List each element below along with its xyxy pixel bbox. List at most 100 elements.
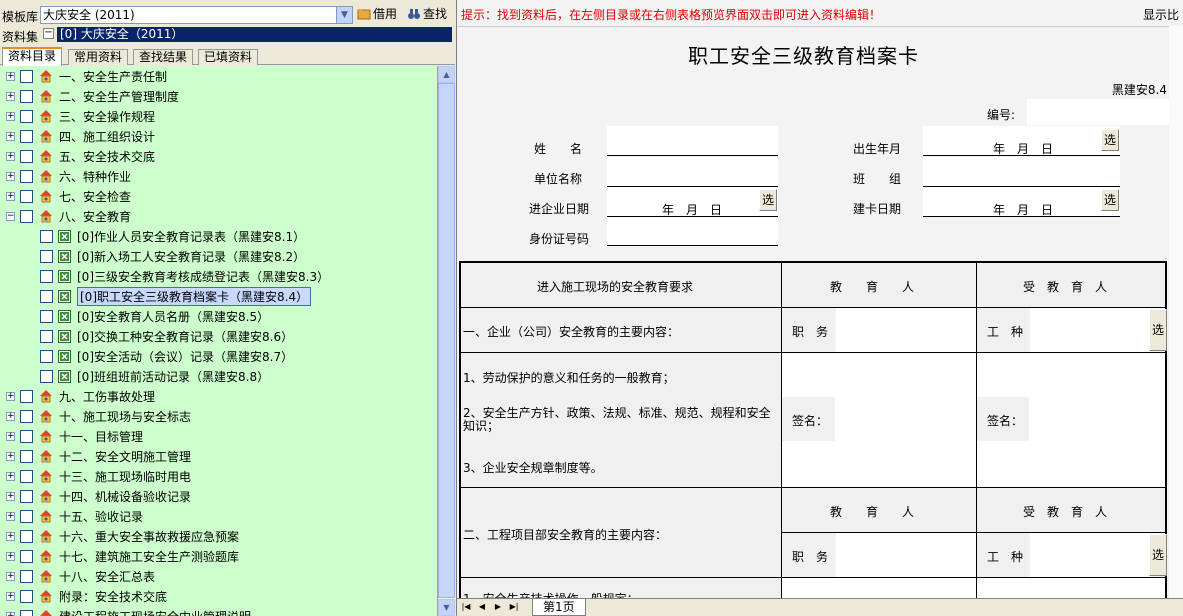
tree-folder-item[interactable]: + 一、安全生产责任制: [6, 66, 167, 86]
checkbox[interactable]: [20, 149, 33, 163]
unit-field[interactable]: [607, 157, 778, 187]
checkbox[interactable]: [40, 289, 53, 303]
checkbox[interactable]: [20, 469, 33, 483]
expand-icon[interactable]: +: [6, 391, 15, 401]
job-select-button-2[interactable]: 选: [1149, 534, 1167, 576]
team-field[interactable]: [923, 157, 1120, 187]
expand-icon[interactable]: +: [6, 591, 15, 601]
tree-folder-item[interactable]: − 八、安全教育: [6, 206, 131, 226]
job-select-button[interactable]: 选: [1149, 309, 1167, 351]
join-select-button[interactable]: 选: [759, 189, 777, 211]
tree-folder-item[interactable]: + 建设工程施工现场安全内业管理说明: [6, 606, 251, 616]
expand-icon[interactable]: +: [6, 411, 15, 421]
expand-icon[interactable]: +: [6, 131, 15, 141]
template-select[interactable]: 大庆安全 (2011) ▼: [40, 6, 353, 24]
tree-leaf-item[interactable]: [0]职工安全三级教育档案卡（黑建安8.4）: [40, 286, 312, 306]
duty-field[interactable]: [836, 308, 976, 352]
sheet-scrollbar[interactable]: [1169, 26, 1183, 598]
checkbox[interactable]: [40, 369, 53, 383]
tree-folder-item[interactable]: + 三、安全操作规程: [6, 106, 155, 126]
prev-sheet-icon[interactable]: ◀: [477, 601, 487, 613]
checkbox[interactable]: [40, 349, 53, 363]
tree-leaf-item[interactable]: [0]交换工种安全教育记录（黑建安8.6）: [40, 326, 293, 346]
checkbox[interactable]: [20, 129, 33, 143]
checkbox[interactable]: [20, 569, 33, 583]
tree-folder-item[interactable]: + 十三、施工现场临时用电: [6, 466, 191, 486]
tree-folder-item[interactable]: + 十六、重大安全事故救援应急预案: [6, 526, 239, 546]
tree-folder-item[interactable]: + 十四、机械设备验收记录: [6, 486, 191, 506]
find-button[interactable]: 查找: [407, 5, 447, 23]
expand-icon[interactable]: +: [6, 511, 15, 521]
tree-leaf-item[interactable]: [0]三级安全教育考核成绩登记表（黑建安8.3）: [40, 266, 329, 286]
educatee-area-2[interactable]: [977, 578, 1165, 598]
educator-sign-area[interactable]: 签名：: [782, 353, 976, 487]
last-sheet-icon[interactable]: ▶|: [509, 601, 519, 613]
tree-folder-item[interactable]: + 十七、建筑施工安全生产测验题库: [6, 546, 239, 566]
id-field[interactable]: [607, 217, 778, 246]
expand-icon[interactable]: +: [6, 491, 15, 501]
job-field-2[interactable]: [1030, 533, 1149, 577]
checkbox[interactable]: [40, 269, 53, 283]
tree-leaf-item[interactable]: [0]新入场工人安全教育记录（黑建安8.2）: [40, 246, 305, 266]
tab-catalog[interactable]: 资料目录: [2, 47, 63, 66]
duty-field-2[interactable]: [836, 533, 976, 577]
checkbox[interactable]: [20, 409, 33, 423]
expand-icon[interactable]: +: [6, 531, 15, 541]
expand-icon[interactable]: +: [6, 151, 15, 161]
tree-folder-item[interactable]: + 七、安全检查: [6, 186, 131, 206]
expand-icon[interactable]: +: [6, 191, 15, 201]
tree-scrollbar[interactable]: ▲ ▼: [438, 66, 455, 616]
checkbox[interactable]: [20, 509, 33, 523]
tree-leaf-item[interactable]: [0]安全教育人员名册（黑建安8.5）: [40, 306, 269, 326]
card-select-button[interactable]: 选: [1101, 189, 1119, 211]
expand-icon[interactable]: +: [6, 111, 15, 121]
first-sheet-icon[interactable]: |◀: [461, 601, 471, 613]
next-sheet-icon[interactable]: ▶: [493, 601, 503, 613]
checkbox[interactable]: [20, 209, 33, 223]
checkbox[interactable]: [20, 489, 33, 503]
collapse-icon[interactable]: −: [43, 28, 54, 39]
tree-folder-item[interactable]: + 二、安全生产管理制度: [6, 86, 179, 106]
expand-icon[interactable]: +: [6, 611, 15, 616]
checkbox[interactable]: [20, 169, 33, 183]
expand-icon[interactable]: +: [6, 551, 15, 561]
tree-folder-item[interactable]: + 九、工伤事故处理: [6, 386, 155, 406]
tree-leaf-item[interactable]: [0]作业人员安全教育记录表（黑建安8.1）: [40, 226, 305, 246]
checkbox[interactable]: [40, 249, 53, 263]
tab-filled[interactable]: 已填资料: [198, 49, 259, 65]
tree-folder-item[interactable]: + 附录：安全技术交底: [6, 586, 167, 606]
tab-common[interactable]: 常用资料: [68, 49, 129, 65]
tree-leaf-item[interactable]: [0]安全活动（会议）记录（黑建安8.7）: [40, 346, 293, 366]
tree-folder-item[interactable]: + 十八、安全汇总表: [6, 566, 155, 586]
checkbox[interactable]: [40, 229, 53, 243]
collapse-icon[interactable]: −: [6, 211, 15, 221]
checkbox[interactable]: [20, 109, 33, 123]
checkbox[interactable]: [40, 309, 53, 323]
scroll-down-icon[interactable]: ▼: [438, 599, 455, 616]
card-date-field[interactable]: 年 月 日: [923, 187, 1120, 217]
checkbox[interactable]: [20, 449, 33, 463]
tree-folder-item[interactable]: + 十、施工现场与安全标志: [6, 406, 191, 426]
sheet-tab[interactable]: 第1页: [532, 599, 586, 616]
checkbox[interactable]: [20, 609, 33, 616]
educator-area-2[interactable]: [782, 578, 976, 598]
expand-icon[interactable]: +: [6, 451, 15, 461]
checkbox[interactable]: [20, 429, 33, 443]
birth-select-button[interactable]: 选: [1101, 129, 1119, 151]
dataset-value[interactable]: [0] 大庆安全（2011）: [57, 27, 452, 42]
borrow-button[interactable]: 借用: [357, 5, 397, 23]
form-sheet[interactable]: 职工安全三级教育档案卡 黑建安8.4 编号: 姓 名 出生年月 年 月 日 选 …: [457, 26, 1169, 598]
expand-icon[interactable]: +: [6, 71, 15, 81]
name-field[interactable]: [607, 126, 778, 156]
tree-folder-item[interactable]: + 十二、安全文明施工管理: [6, 446, 191, 466]
join-date-field[interactable]: 年 月 日: [607, 187, 778, 217]
checkbox[interactable]: [20, 389, 33, 403]
tab-results[interactable]: 查找结果: [133, 49, 194, 65]
tree-folder-item[interactable]: + 五、安全技术交底: [6, 146, 155, 166]
checkbox[interactable]: [20, 189, 33, 203]
checkbox[interactable]: [20, 529, 33, 543]
chevron-down-icon[interactable]: ▼: [336, 7, 352, 23]
expand-icon[interactable]: +: [6, 571, 15, 581]
scroll-thumb[interactable]: [438, 83, 455, 598]
expand-icon[interactable]: +: [6, 91, 15, 101]
